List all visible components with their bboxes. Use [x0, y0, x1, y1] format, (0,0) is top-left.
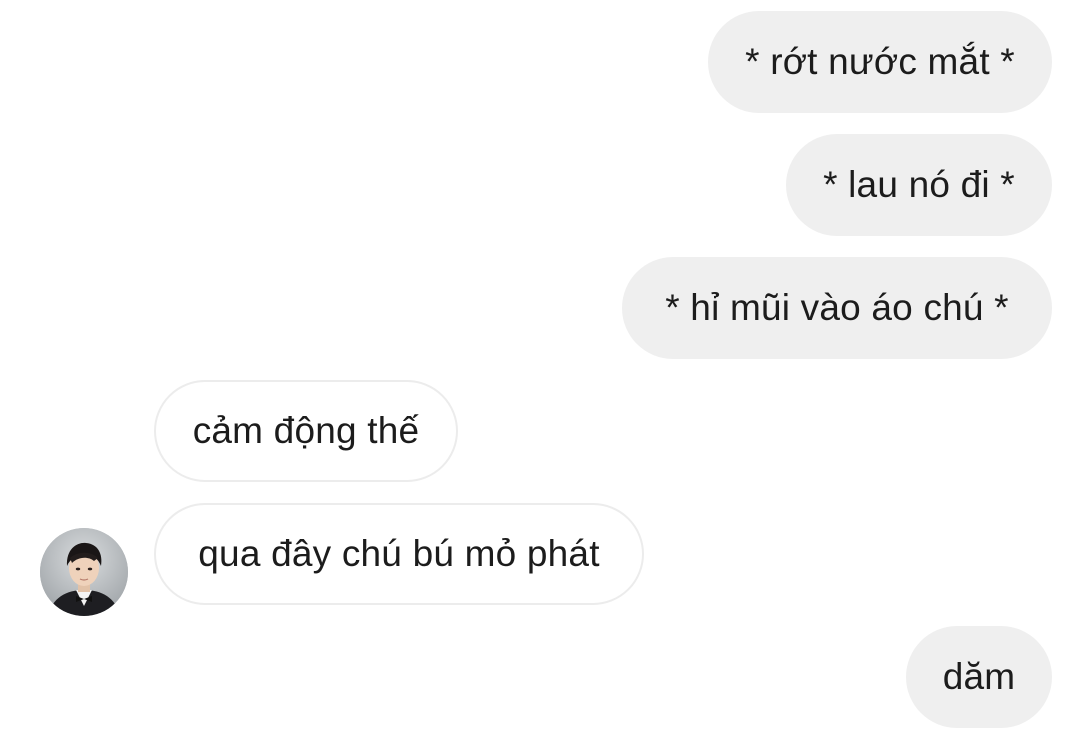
message-text: * rớt nước mắt * [745, 41, 1015, 82]
message-bubble-outgoing[interactable]: * rớt nước mắt * [708, 11, 1052, 113]
avatar-photo-icon [40, 528, 128, 616]
message-bubble-outgoing[interactable]: dăm [906, 626, 1052, 728]
message-bubble-incoming[interactable]: cảm động thế [154, 380, 458, 482]
message-text: * lau nó đi * [823, 164, 1015, 205]
message-bubble-outgoing[interactable]: * hỉ mũi vào áo chú * [622, 257, 1052, 359]
contact-avatar[interactable] [40, 528, 128, 616]
message-bubble-incoming[interactable]: qua đây chú bú mỏ phát [154, 503, 644, 605]
message-text: cảm động thế [192, 410, 420, 451]
message-text: * hỉ mũi vào áo chú * [665, 287, 1009, 328]
message-text: qua đây chú bú mỏ phát [198, 533, 600, 574]
message-text: dăm [942, 656, 1016, 697]
message-bubble-outgoing[interactable]: * lau nó đi * [786, 134, 1052, 236]
